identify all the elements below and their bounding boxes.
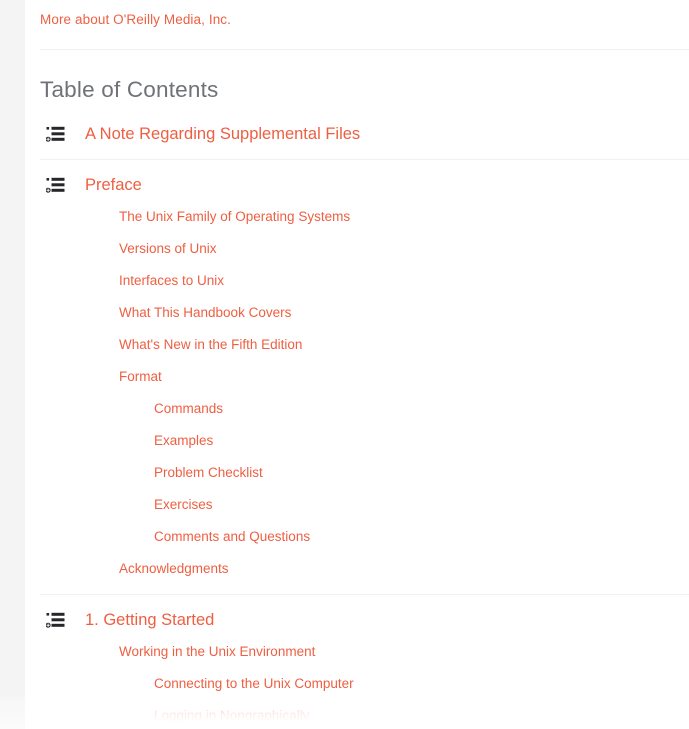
toc-entry-level-3: Examples — [25, 425, 689, 457]
toc-entry-level-2: What This Handbook Covers — [25, 297, 689, 329]
toc-entry-level-2: Acknowledgments — [25, 553, 689, 585]
toc-link[interactable]: Exercises — [154, 496, 213, 514]
toc-link[interactable]: Acknowledgments — [119, 560, 229, 578]
toc-entry-level-2: The Unix Family of Operating Systems — [25, 201, 689, 233]
toc-entry-level-1: Preface — [25, 169, 689, 201]
table-of-contents-list: A Note Regarding Supplemental Files Prefa… — [25, 118, 689, 729]
toc-entry-level-3: Connecting to the Unix Computer — [25, 668, 689, 700]
toc-entry-level-3: Comments and Questions — [25, 521, 689, 553]
toc-entry-level-3: Logging in Nongraphically — [25, 700, 689, 729]
toc-link[interactable]: Logging in Nongraphically — [154, 707, 309, 725]
toc-entry-level-3: Exercises — [25, 489, 689, 521]
toc-link[interactable]: Format — [119, 368, 162, 386]
toc-entry-level-3: Commands — [25, 393, 689, 425]
toc-link[interactable]: Working in the Unix Environment — [119, 643, 315, 661]
page-left-gutter — [0, 0, 25, 729]
toc-entry-level-2: Format — [25, 361, 689, 393]
page-title: Table of Contents — [40, 77, 219, 102]
content-page: More about O'Reilly Media, Inc. Table of… — [25, 0, 689, 729]
toc-link[interactable]: What's New in the Fifth Edition — [119, 336, 302, 354]
toc-link[interactable]: A Note Regarding Supplemental Files — [85, 124, 360, 144]
toc-section-divider — [40, 594, 689, 595]
toc-entry-level-2: Versions of Unix — [25, 233, 689, 265]
toc-entry-level-2: Interfaces to Unix — [25, 265, 689, 297]
toc-link[interactable]: 1. Getting Started — [85, 610, 214, 630]
toc-link[interactable]: Examples — [154, 432, 213, 450]
more-about-publisher-row: More about O'Reilly Media, Inc. — [25, 0, 689, 29]
toc-entry-level-1: 1. Getting Started — [25, 604, 689, 636]
toc-entry-level-1: A Note Regarding Supplemental Files — [25, 118, 689, 150]
toc-link[interactable]: What This Handbook Covers — [119, 304, 291, 322]
list-with-bullet-icon — [46, 126, 65, 142]
toc-link[interactable]: Commands — [154, 400, 223, 418]
toc-link[interactable]: Connecting to the Unix Computer — [154, 675, 354, 693]
toc-entry-level-2: Working in the Unix Environment — [25, 636, 689, 668]
list-with-bullet-icon — [46, 612, 65, 628]
more-about-oreilly-link[interactable]: More about O'Reilly Media, Inc. — [40, 12, 231, 27]
toc-entry-level-2: What's New in the Fifth Edition — [25, 329, 689, 361]
toc-link[interactable]: The Unix Family of Operating Systems — [119, 208, 350, 226]
toc-link[interactable]: Comments and Questions — [154, 528, 310, 546]
toc-link[interactable]: Problem Checklist — [154, 464, 263, 482]
toc-link[interactable]: Preface — [85, 175, 142, 195]
toc-section-divider — [40, 159, 689, 160]
toc-link[interactable]: Interfaces to Unix — [119, 272, 224, 290]
list-with-bullet-icon — [46, 177, 65, 193]
toc-link[interactable]: Versions of Unix — [119, 240, 217, 258]
toc-entry-level-3: Problem Checklist — [25, 457, 689, 489]
